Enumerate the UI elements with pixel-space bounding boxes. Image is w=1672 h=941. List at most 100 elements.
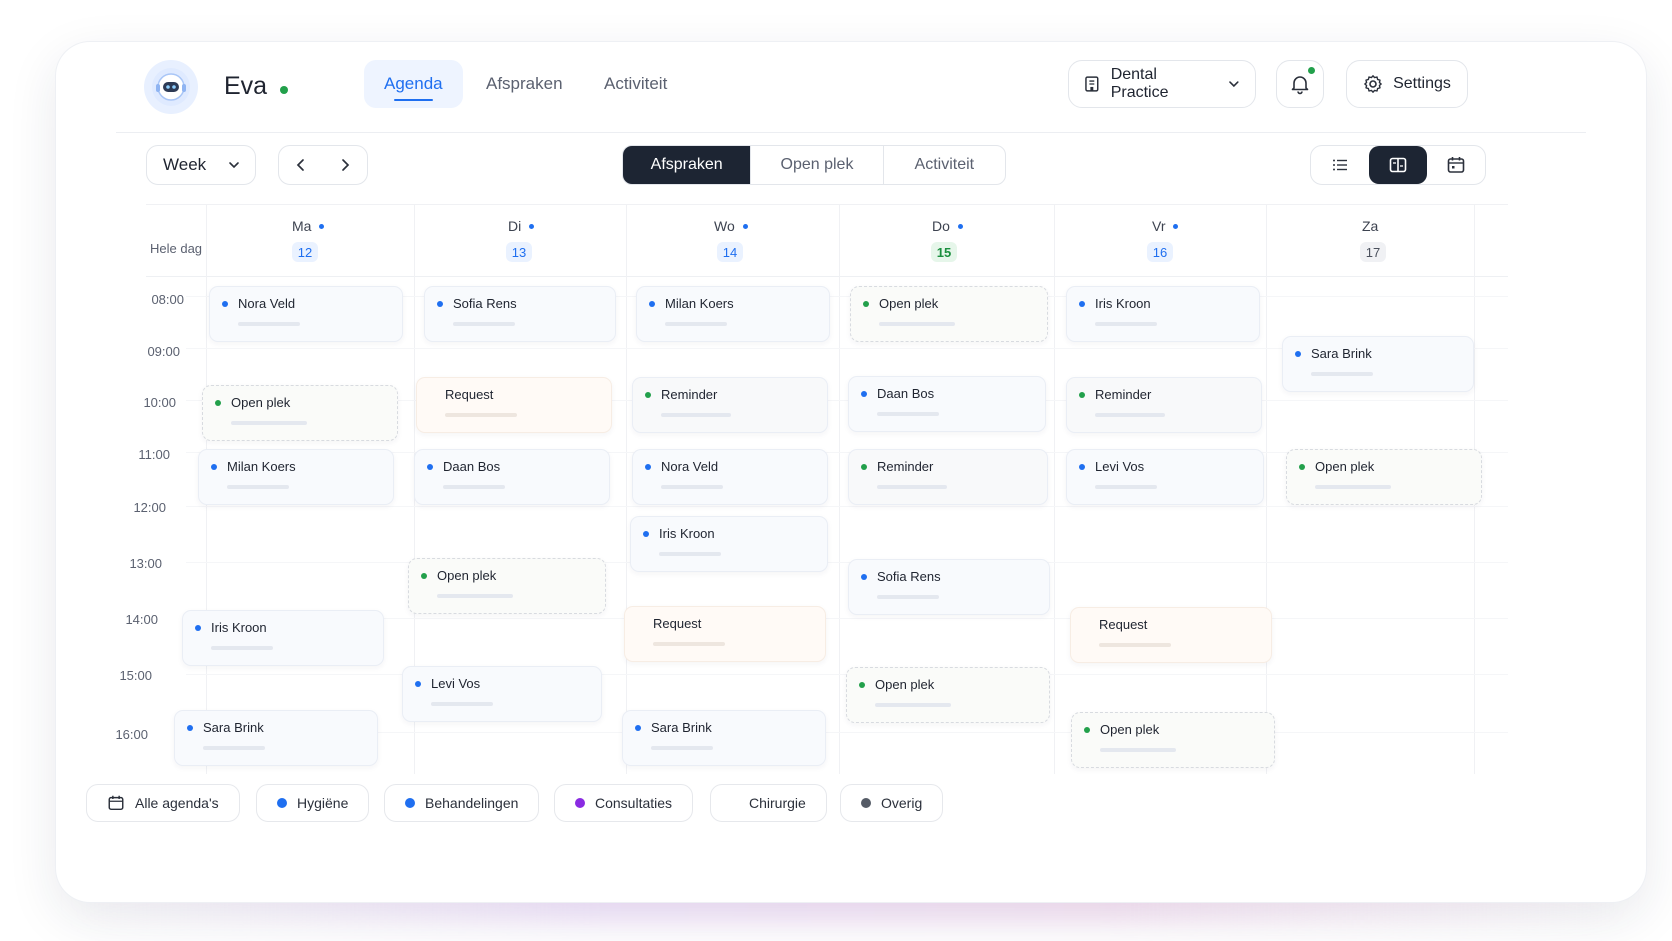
event-card[interactable]: Sara Brink bbox=[622, 710, 826, 766]
tab-agenda[interactable]: Agenda bbox=[364, 60, 463, 108]
request-card[interactable]: Request bbox=[416, 377, 612, 433]
event-dot bbox=[1079, 464, 1085, 470]
range-select[interactable]: Week bbox=[146, 145, 256, 185]
event-placeholder-bar bbox=[211, 646, 273, 650]
reminder-card[interactable]: Reminder bbox=[632, 377, 828, 433]
open-slot-card[interactable]: Open plek bbox=[846, 667, 1050, 723]
event-placeholder-bar bbox=[1315, 485, 1391, 489]
event-card[interactable]: Iris Kroon bbox=[1066, 286, 1260, 342]
event-dot bbox=[645, 392, 651, 398]
event-dot bbox=[861, 574, 867, 580]
notifications-button[interactable] bbox=[1276, 60, 1324, 108]
legend-chirurgie[interactable]: Chirurgie bbox=[710, 784, 827, 822]
legend-hygiene[interactable]: Hygiëne bbox=[256, 784, 370, 822]
time-label: 14:00 bbox=[125, 612, 158, 627]
event-card[interactable]: Iris Kroon bbox=[182, 610, 384, 666]
event-placeholder-bar bbox=[875, 703, 951, 707]
event-card[interactable]: Sofia Rens bbox=[848, 559, 1050, 615]
bell-icon bbox=[1291, 76, 1309, 95]
reminder-card[interactable]: Reminder bbox=[848, 449, 1048, 505]
time-label: 16:00 bbox=[115, 727, 148, 742]
event-placeholder-bar bbox=[661, 413, 731, 417]
legend-behandelingen[interactable]: Behandelingen bbox=[384, 784, 540, 822]
event-card[interactable]: Daan Bos bbox=[414, 449, 610, 505]
legend-overig[interactable]: Overig bbox=[840, 784, 944, 822]
day-indicator-dot bbox=[742, 223, 748, 229]
day-number[interactable]: 17 bbox=[1360, 242, 1386, 262]
event-card[interactable]: Nora Veld bbox=[209, 286, 403, 342]
split-view-button[interactable] bbox=[1369, 146, 1427, 184]
request-card[interactable]: Request bbox=[1070, 607, 1272, 663]
event-dot bbox=[861, 464, 867, 470]
day-number[interactable]: 13 bbox=[506, 242, 532, 262]
event-label: Sara Brink bbox=[1311, 346, 1372, 361]
list-view-button[interactable] bbox=[1311, 146, 1369, 184]
event-card[interactable]: Levi Vos bbox=[1066, 449, 1264, 505]
avatar[interactable] bbox=[144, 60, 198, 114]
event-card[interactable]: Sofia Rens bbox=[424, 286, 616, 342]
legend-color-dot bbox=[861, 798, 871, 808]
day-number[interactable]: 12 bbox=[292, 242, 318, 262]
event-label: Open plek bbox=[1100, 722, 1160, 737]
chevron-down-icon bbox=[1229, 81, 1239, 88]
legend-color-dot bbox=[575, 798, 585, 808]
day-name-vr: Vr bbox=[1152, 218, 1179, 234]
hour-line bbox=[186, 732, 1508, 733]
day-name-za: Za bbox=[1362, 218, 1379, 234]
event-label: Reminder bbox=[661, 387, 718, 402]
time-label: 12:00 bbox=[133, 500, 166, 515]
event-card[interactable]: Sara Brink bbox=[1282, 336, 1474, 392]
event-dot bbox=[421, 573, 427, 579]
legend-all-calendars[interactable]: Alle agenda's bbox=[86, 784, 240, 822]
segment-activiteit[interactable]: Activiteit bbox=[882, 146, 1005, 184]
event-card[interactable]: Milan Koers bbox=[198, 449, 394, 505]
calendar-view-button[interactable] bbox=[1427, 146, 1485, 184]
event-dot bbox=[1295, 351, 1301, 357]
event-label: Levi Vos bbox=[431, 676, 481, 691]
event-card[interactable]: Nora Veld bbox=[632, 449, 828, 505]
tab-activiteit[interactable]: Activiteit bbox=[584, 60, 687, 108]
calendar-header-divider bbox=[146, 276, 1508, 277]
practice-selector[interactable]: Dental Practice bbox=[1068, 60, 1256, 108]
event-card[interactable]: Daan Bos bbox=[848, 376, 1046, 432]
day-number[interactable]: 14 bbox=[717, 242, 743, 262]
event-placeholder-bar bbox=[431, 702, 493, 706]
gear-icon bbox=[1364, 75, 1382, 93]
legend-color-dot bbox=[405, 798, 415, 808]
event-placeholder-bar bbox=[653, 642, 725, 646]
event-card[interactable]: Sara Brink bbox=[174, 710, 378, 766]
open-slot-card[interactable]: Open plek bbox=[1286, 449, 1482, 505]
open-slot-card[interactable]: Open plek bbox=[850, 286, 1048, 342]
event-placeholder-bar bbox=[877, 595, 939, 599]
event-card[interactable]: Iris Kroon bbox=[630, 516, 828, 572]
view-filter-segmented: Afspraken Open plek Activiteit bbox=[622, 145, 1006, 185]
chevron-right-icon[interactable] bbox=[337, 157, 353, 173]
settings-button[interactable]: Settings bbox=[1346, 60, 1468, 108]
open-slot-card[interactable]: Open plek bbox=[1071, 712, 1275, 768]
event-placeholder-bar bbox=[227, 485, 289, 489]
day-number[interactable]: 16 bbox=[1147, 242, 1173, 262]
open-slot-card[interactable]: Open plek bbox=[408, 558, 606, 614]
event-dot bbox=[1079, 392, 1085, 398]
event-label: Sofia Rens bbox=[453, 296, 517, 311]
open-slot-card[interactable]: Open plek bbox=[202, 385, 398, 441]
legend-label: Overig bbox=[881, 795, 923, 811]
event-card[interactable]: Milan Koers bbox=[636, 286, 830, 342]
tab-afspraken[interactable]: Afspraken bbox=[466, 60, 583, 108]
legend-label: Behandelingen bbox=[425, 795, 519, 811]
reminder-card[interactable]: Reminder bbox=[1066, 377, 1262, 433]
legend-consultaties[interactable]: Consultaties bbox=[554, 784, 694, 822]
online-status-dot bbox=[280, 86, 288, 94]
calendar-icon bbox=[1447, 157, 1465, 173]
request-card[interactable]: Request bbox=[624, 606, 826, 662]
event-dot bbox=[649, 301, 655, 307]
app-window: Eva Agenda Afspraken Activiteit Dental P… bbox=[56, 42, 1646, 902]
legend-label: Consultaties bbox=[595, 795, 673, 811]
day-number-today[interactable]: 15 bbox=[931, 242, 957, 262]
chevron-left-icon[interactable] bbox=[293, 157, 309, 173]
event-dot bbox=[187, 725, 193, 731]
event-card[interactable]: Levi Vos bbox=[402, 666, 602, 722]
segment-open-plek[interactable]: Open plek bbox=[750, 146, 882, 184]
event-placeholder-bar bbox=[661, 485, 723, 489]
segment-afspraken[interactable]: Afspraken bbox=[623, 146, 751, 184]
